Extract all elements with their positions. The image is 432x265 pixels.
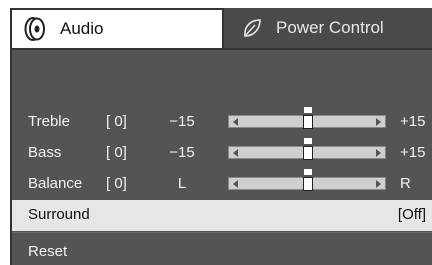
left-arrow-icon bbox=[233, 118, 238, 126]
treble-row[interactable]: Treble [ 0] −15 +15 bbox=[12, 106, 432, 137]
treble-value: [ 0] bbox=[106, 113, 127, 130]
reset-row[interactable]: Reset bbox=[12, 236, 432, 265]
balance-value: [ 0] bbox=[106, 175, 127, 192]
audio-settings-panel: Treble [ 0] −15 +15 Bass [ 0] −15 +15 Ba… bbox=[10, 48, 432, 265]
tab-audio-label: Audio bbox=[60, 19, 104, 38]
balance-slider[interactable] bbox=[228, 169, 386, 191]
right-arrow-icon bbox=[376, 180, 381, 188]
reset-label: Reset bbox=[28, 243, 68, 260]
balance-row[interactable]: Balance [ 0] L R bbox=[12, 168, 432, 199]
balance-slider-thumb[interactable] bbox=[303, 169, 313, 191]
leaf-icon bbox=[240, 15, 266, 41]
right-arrow-icon bbox=[376, 149, 381, 157]
bass-row[interactable]: Bass [ 0] −15 +15 bbox=[12, 137, 432, 168]
tab-bar: Audio Power Control bbox=[10, 8, 432, 48]
tab-power-control[interactable]: Power Control bbox=[224, 8, 432, 48]
surround-status: [Off] bbox=[397, 206, 426, 223]
balance-label: Balance bbox=[28, 175, 83, 192]
bass-max-label: +15 bbox=[400, 144, 426, 161]
balance-min-label: L bbox=[177, 175, 187, 192]
speaker-icon bbox=[24, 16, 50, 42]
balance-max-label: R bbox=[400, 175, 411, 192]
tab-audio[interactable]: Audio bbox=[10, 8, 224, 48]
bass-slider[interactable] bbox=[228, 138, 386, 160]
bass-value: [ 0] bbox=[106, 144, 127, 161]
treble-slider-thumb[interactable] bbox=[303, 107, 313, 129]
treble-min-label: −15 bbox=[169, 113, 195, 130]
bass-min-label: −15 bbox=[169, 144, 195, 161]
treble-max-label: +15 bbox=[400, 113, 426, 130]
surround-row[interactable]: Surround [Off] bbox=[12, 200, 432, 231]
treble-label: Treble bbox=[28, 113, 70, 130]
divider bbox=[12, 232, 432, 233]
left-arrow-icon bbox=[233, 149, 238, 157]
bass-slider-thumb[interactable] bbox=[303, 138, 313, 160]
surround-label: Surround bbox=[28, 206, 90, 223]
right-arrow-icon bbox=[376, 118, 381, 126]
bass-label: Bass bbox=[28, 144, 62, 161]
tab-power-control-label: Power Control bbox=[276, 18, 384, 37]
treble-slider[interactable] bbox=[228, 107, 386, 129]
left-arrow-icon bbox=[233, 180, 238, 188]
